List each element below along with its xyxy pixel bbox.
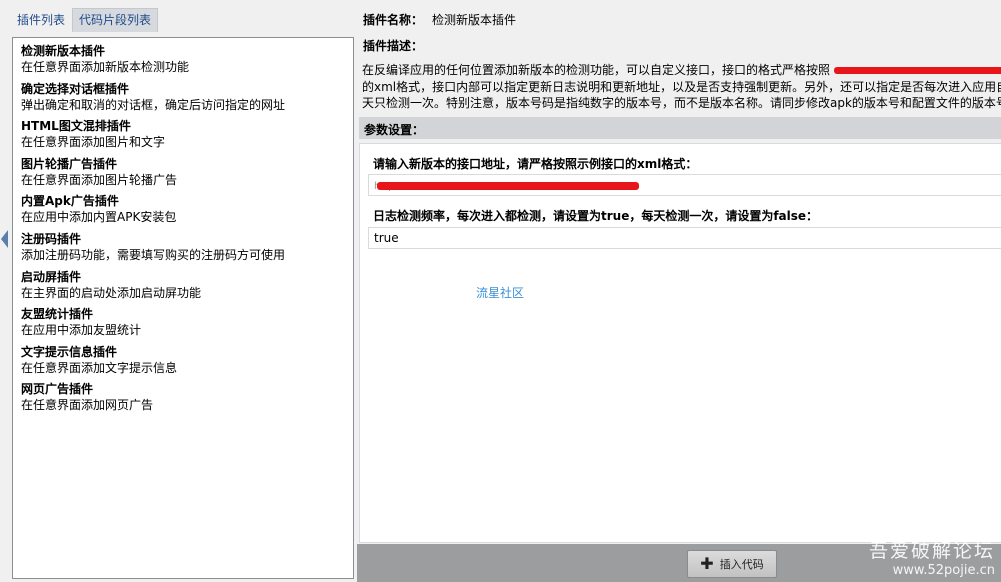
watermark-title: 吾爱破解论坛: [868, 540, 995, 562]
plugin-desc: 添加注册码功能，需要填写购买的注册码方可使用: [21, 247, 286, 262]
insert-code-label: 插入代码: [719, 558, 764, 571]
redaction-mark: [834, 67, 1001, 74]
tab-code-snippet-list[interactable]: 代码片段列表: [72, 8, 159, 32]
plugin-item-text-tip[interactable]: 文字提示信息插件 在任意界面添加文字提示信息: [21, 343, 353, 381]
plugin-name-label: 插件名称：: [363, 13, 424, 27]
param-url-label: 请输入新版本的接口地址，请严格按照示例接口的xml格式：: [373, 157, 698, 171]
chevron-left-icon: [1, 230, 8, 248]
redaction-mark: [376, 181, 639, 190]
desc-line-1: 在反编译应用的任何位置添加新版本的检测功能，可以自定义接口，接口的格式严格按照: [362, 62, 1001, 79]
plugin-item-registration-code[interactable]: 注册码插件 添加注册码功能，需要填写购买的注册码方可使用: [21, 230, 353, 268]
plugin-desc-label: 插件描述：: [363, 39, 424, 53]
collapse-handle[interactable]: [0, 228, 8, 250]
tab-bar: 插件列表 代码片段列表: [10, 8, 159, 32]
plugin-desc-text: 在反编译应用的任何位置添加新版本的检测功能，可以自定义接口，接口的格式严格按照 …: [362, 62, 1001, 112]
params-header: 参数设置：: [359, 117, 1001, 139]
params-box: 请输入新版本的接口地址，请严格按照示例接口的xml格式： http 日志检测频率…: [359, 143, 1001, 543]
plugin-name: HTML图文混排插件: [21, 119, 131, 134]
detail-panel: 插件名称： 检测新版本插件 插件描述： 在反编译应用的任何位置添加新版本的检测功…: [357, 0, 1001, 582]
watermark: 吾爱破解论坛 www.52pojie.cn: [869, 536, 995, 578]
plugin-name: 内置Apk广告插件: [21, 194, 119, 209]
community-link[interactable]: 流星社区: [476, 284, 524, 301]
param-url-input[interactable]: http: [368, 174, 1001, 196]
plugin-item-web-ad[interactable]: 网页广告插件 在任意界面添加网页广告: [21, 380, 353, 418]
plugin-desc: 在任意界面添加文字提示信息: [21, 360, 178, 375]
plugin-item-umeng-stats[interactable]: 友盟统计插件 在应用中添加友盟统计: [21, 305, 353, 343]
plugin-item-html-mixed[interactable]: HTML图文混排插件 在任意界面添加图片和文字: [21, 117, 353, 155]
plugin-name-value: 检测新版本插件: [432, 13, 517, 27]
plugin-name: 文字提示信息插件: [21, 344, 118, 359]
plus-icon: ✚: [700, 554, 714, 573]
plugin-desc: 在应用中添加内置APK安装包: [21, 210, 177, 225]
plugin-list: 检测新版本插件 在任意界面添加新版本检测功能 确定选择对话框插件 弹出确定和取消…: [12, 37, 354, 579]
params-label: 参数设置：: [364, 123, 425, 137]
plugin-item-image-carousel[interactable]: 图片轮播广告插件 在任意界面添加图片轮播广告: [21, 155, 353, 193]
plugin-name: 检测新版本插件: [21, 44, 106, 58]
plugin-desc: 在任意界面添加图片轮播广告: [21, 172, 178, 187]
plugin-name: 图片轮播广告插件: [21, 156, 118, 171]
plugin-item-splash-screen[interactable]: 启动屏插件 在主界面的启动处添加启动屏功能: [21, 268, 353, 306]
plugin-name: 确定选择对话框插件: [21, 81, 130, 96]
plugin-name: 启动屏插件: [21, 269, 82, 284]
desc-line-3: 天只检测一次。特别注意，版本号码是指纯数字的版本号，而不是版本名称。请同步修改a…: [362, 96, 1001, 110]
param-frequency-input[interactable]: true: [368, 227, 1001, 249]
tab-plugin-list[interactable]: 插件列表: [10, 8, 72, 32]
watermark-url: www.52pojie.cn: [892, 563, 995, 578]
desc-line-2: 的xml格式，接口内部可以指定更新日志说明和更新地址，以及是否支持强制更新。另外…: [362, 79, 1001, 94]
plugin-desc: 在主界面的启动处添加启动屏功能: [21, 285, 202, 300]
param-frequency-label: 日志检测频率，每次进入都检测，请设置为true，每天检测一次，请设置为false…: [373, 209, 819, 223]
plugin-name: 注册码插件: [21, 231, 82, 246]
plugin-item-confirm-dialog[interactable]: 确定选择对话框插件 弹出确定和取消的对话框，确定后访问指定的网址: [21, 80, 353, 118]
insert-code-button[interactable]: ✚ 插入代码: [687, 550, 777, 578]
plugin-desc: 在任意界面添加网页广告: [21, 398, 154, 413]
plugin-desc: 在应用中添加友盟统计: [21, 323, 142, 338]
plugin-name: 网页广告插件: [21, 382, 94, 397]
plugin-name: 友盟统计插件: [21, 307, 94, 322]
bottom-bar: ✚ 插入代码 吾爱破解论坛 www.52pojie.cn: [357, 540, 1001, 582]
plugin-desc: 在任意界面添加新版本检测功能: [21, 60, 190, 74]
plugin-item-builtin-apk[interactable]: 内置Apk广告插件 在应用中添加内置APK安装包: [21, 192, 353, 230]
plugin-item-check-update[interactable]: 检测新版本插件 在任意界面添加新版本检测功能: [21, 42, 353, 80]
plugin-desc: 在任意界面添加图片和文字: [21, 135, 166, 150]
plugin-desc: 弹出确定和取消的对话框，确定后访问指定的网址: [21, 97, 286, 112]
left-panel: 插件列表 代码片段列表 检测新版本插件 在任意界面添加新版本检测功能 确定选择对…: [0, 0, 357, 582]
